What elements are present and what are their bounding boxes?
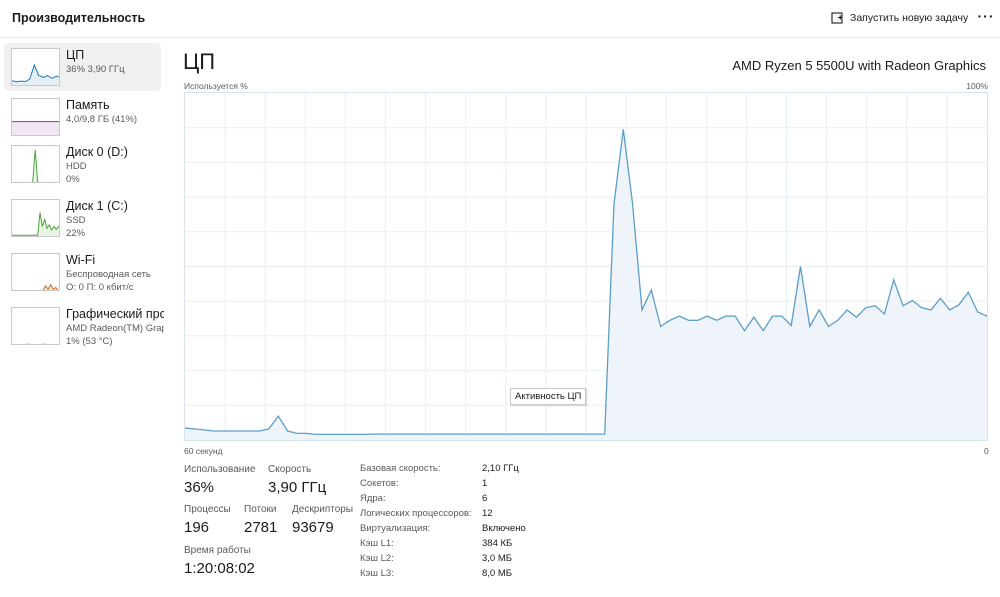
disk-0-thumbnail bbox=[11, 145, 60, 183]
sidebar-item-detail: HDD bbox=[66, 161, 87, 172]
l1-cache-value: 384 КБ bbox=[482, 538, 513, 549]
cores-value: 6 bbox=[482, 493, 488, 504]
cores-key: Ядра: bbox=[360, 493, 386, 504]
usage-value: 36% bbox=[184, 479, 215, 496]
cpu-heading: ЦП bbox=[183, 49, 216, 74]
logical-processors-value: 12 bbox=[482, 508, 493, 519]
sidebar-item-detail: 4,0/9,8 ГБ (41%) bbox=[66, 114, 138, 125]
sidebar-item-label: Память bbox=[66, 98, 110, 112]
l3-cache-key: Кэш L3: bbox=[360, 568, 394, 579]
cpu-model-name: AMD Ryzen 5 5500U with Radeon Graphics bbox=[732, 58, 986, 73]
logical-processors-key: Логических процессоров: bbox=[360, 508, 472, 519]
title-bar: Производительность Запустить новую задач… bbox=[0, 0, 1000, 38]
processes-label: Процессы bbox=[184, 504, 231, 515]
usage-axis-label: Используется % bbox=[184, 81, 248, 91]
l1-cache-key: Кэш L1: bbox=[360, 538, 394, 549]
l2-cache-value: 3,0 МБ bbox=[482, 553, 512, 564]
l2-cache-key: Кэш L2: bbox=[360, 553, 394, 564]
disk-1-thumbnail bbox=[11, 199, 60, 237]
l3-cache-value: 8,0 МБ bbox=[482, 568, 512, 579]
run-new-task-button[interactable]: Запустить новую задачу bbox=[831, 9, 968, 27]
uptime-label: Время работы bbox=[184, 545, 251, 556]
sidebar-item-cpu[interactable]: ЦП 36% 3,90 ГГц bbox=[4, 43, 161, 91]
sparkline-area bbox=[12, 344, 60, 345]
virtualization-value: Включено bbox=[482, 523, 526, 534]
cpu-activity-tooltip: Активность ЦП bbox=[510, 388, 587, 405]
sidebar-item-wifi[interactable]: Wi-Fi Беспроводная сеть О: 0 П: 0 кбит/с bbox=[4, 248, 161, 298]
sparkline-area bbox=[12, 121, 59, 135]
sparkline bbox=[42, 283, 59, 290]
usage-label: Использование bbox=[184, 464, 256, 475]
sidebar-item-label: Графический процессор 0 bbox=[66, 307, 164, 321]
wifi-thumbnail bbox=[11, 253, 60, 291]
base-speed-key: Базовая скорость: bbox=[360, 463, 441, 474]
sidebar-item-label: Wi-Fi bbox=[66, 253, 96, 267]
sidebar-item-detail: Беспроводная сеть bbox=[66, 269, 151, 280]
sidebar-item-disk-1[interactable]: Диск 1 (C:) SSD 22% bbox=[4, 194, 161, 244]
sparkline-area bbox=[12, 212, 59, 236]
sidebar-item-gpu-0[interactable]: Графический процессор 0 AMD Radeon(TM) G… bbox=[4, 302, 164, 352]
time-axis-label: 60 секунд bbox=[184, 446, 223, 456]
sidebar-item-detail: SSD bbox=[66, 215, 86, 226]
sidebar-item-usage: 0% bbox=[66, 174, 80, 185]
base-speed-value: 2,10 ГГц bbox=[482, 463, 519, 474]
run-task-icon bbox=[831, 11, 844, 25]
cpu-thumbnail bbox=[11, 48, 60, 86]
sidebar-item-usage: 1% (53 °C) bbox=[66, 336, 113, 347]
sidebar-item-memory[interactable]: Память 4,0/9,8 ГБ (41%) bbox=[4, 93, 161, 141]
handles-value: 93679 bbox=[292, 519, 334, 536]
page-title: Производительность bbox=[12, 11, 146, 25]
sidebar-item-usage: 22% bbox=[66, 228, 86, 239]
sockets-key: Сокетов: bbox=[360, 478, 399, 489]
sockets-value: 1 bbox=[482, 478, 488, 489]
uptime-value: 1:20:08:02 bbox=[184, 560, 255, 577]
sidebar-item-label: Диск 1 (C:) bbox=[66, 199, 128, 213]
sidebar-item-label: ЦП bbox=[66, 48, 85, 62]
max-axis-label: 100% bbox=[966, 81, 988, 91]
sidebar-item-disk-0[interactable]: Диск 0 (D:) HDD 0% bbox=[4, 140, 161, 190]
virtualization-key: Виртуализация: bbox=[360, 523, 431, 534]
zero-axis-label: 0 bbox=[984, 446, 989, 456]
run-task-label: Запустить новую задачу bbox=[850, 12, 969, 24]
sidebar-item-detail: AMD Radeon(TM) Graphics bbox=[66, 323, 164, 334]
sidebar-item-detail: 36% 3,90 ГГц bbox=[66, 64, 125, 75]
gpu-thumbnail bbox=[11, 307, 60, 345]
speed-label: Скорость bbox=[268, 464, 312, 475]
sidebar-item-throughput: О: 0 П: 0 кбит/с bbox=[66, 282, 134, 293]
threads-label: Потоки bbox=[244, 504, 277, 515]
sidebar-item-label: Диск 0 (D:) bbox=[66, 145, 128, 159]
threads-value: 2781 bbox=[244, 519, 278, 536]
memory-thumbnail bbox=[11, 98, 60, 136]
speed-value: 3,90 ГГц bbox=[268, 479, 327, 496]
more-options-button[interactable]: ··· bbox=[976, 6, 996, 26]
handles-label: Дескрипторы bbox=[292, 504, 354, 515]
processes-value: 196 bbox=[184, 519, 210, 536]
